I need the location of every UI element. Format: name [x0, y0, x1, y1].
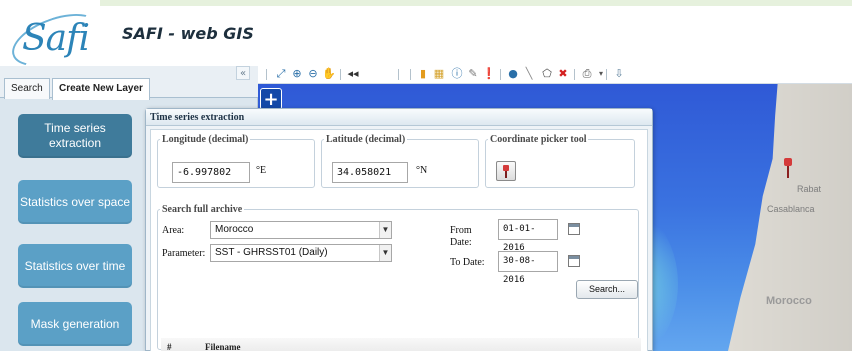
window-body: Longitude (decimal) -6.997802 °E Latitud…: [150, 129, 648, 351]
coordinate-picker-fieldset: Coordinate picker tool: [485, 134, 635, 188]
toolbar-separator: [500, 69, 501, 80]
pin-icon[interactable]: ❗: [482, 67, 496, 81]
toolbar-separator: [574, 69, 575, 80]
latitude-input[interactable]: 34.058021: [332, 162, 408, 183]
toolbar-separator: [398, 69, 399, 80]
search-button[interactable]: Search...: [576, 280, 638, 299]
zoom-extent-icon[interactable]: ⤢: [274, 67, 288, 81]
latitude-unit: °N: [416, 165, 428, 176]
longitude-unit: °E: [256, 165, 267, 176]
window-title[interactable]: Time series extraction: [146, 109, 652, 126]
pan-hand-icon[interactable]: ✋: [322, 67, 336, 81]
chevron-down-icon: ▼: [379, 245, 391, 261]
print-icon[interactable]: ⎙: [580, 67, 594, 81]
zoom-in-icon[interactable]: ⊕: [290, 67, 304, 81]
longitude-input[interactable]: -6.997802: [172, 162, 250, 183]
toolbar-separator: [340, 69, 341, 80]
parameter-label: Parameter:: [162, 248, 206, 259]
safi-logo: Safi: [5, 3, 107, 77]
collapse-panel-button[interactable]: «: [236, 66, 250, 80]
measure-icon[interactable]: ✎: [466, 67, 480, 81]
search-archive-legend: Search full archive: [162, 204, 243, 215]
map-toolbar: ⤢ ⊕ ⊖ ✋ ◂◂ ▮ ▦ ⓘ ✎ ❗ ● ╲ ⬠ ✖ ⎙ ▾ ⇩: [258, 66, 852, 84]
area-label: Area:: [162, 225, 185, 236]
info-icon[interactable]: ⓘ: [450, 67, 464, 81]
tab-bar: « Search Create New Layer: [0, 66, 258, 100]
export-icon[interactable]: ⇩: [612, 67, 626, 81]
header-accent-strip: [100, 0, 852, 6]
longitude-fieldset: Longitude (decimal) -6.997802 °E: [157, 134, 315, 188]
toolbar-separator: [606, 69, 607, 80]
chevron-down-icon: ▼: [379, 222, 391, 238]
toolbar-separator: [410, 69, 411, 80]
tab-search[interactable]: Search: [4, 78, 50, 99]
zoom-in-button[interactable]: +: [260, 88, 282, 110]
map-label-rabat: Rabat: [797, 184, 822, 194]
layers-icon[interactable]: ▮: [416, 67, 430, 81]
longitude-legend: Longitude (decimal): [162, 134, 249, 145]
app-title: SAFI - web GIS: [122, 24, 254, 43]
map-label-casablanca: Casablanca: [767, 204, 815, 214]
line-icon[interactable]: ╲: [522, 67, 536, 81]
area-value: Morocco: [215, 224, 254, 235]
parameter-select[interactable]: SST - GHRSST01 (Daily) ▼: [210, 244, 392, 262]
from-date-input[interactable]: 01-01-2016: [498, 219, 558, 253]
tab-create-new-layer[interactable]: Create New Layer: [52, 78, 150, 100]
results-table-header: # Filename: [161, 338, 641, 351]
map-label-morocco: Morocco: [766, 295, 812, 307]
coordinate-picker-legend: Coordinate picker tool: [490, 134, 587, 145]
latitude-legend: Latitude (decimal): [326, 134, 406, 145]
calendar-icon[interactable]: [568, 255, 580, 267]
app-header: Safi SAFI - web GIS: [0, 0, 852, 77]
delete-icon[interactable]: ✖: [556, 67, 570, 81]
statistics-over-space-button[interactable]: Statistics over space: [18, 180, 132, 224]
parameter-value: SST - GHRSST01 (Daily): [215, 247, 328, 258]
from-date-label: From Date:: [450, 225, 472, 248]
to-date-label: To Date:: [450, 257, 485, 268]
mask-generation-button[interactable]: Mask generation: [18, 302, 132, 346]
latitude-fieldset: Latitude (decimal) 34.058021 °N: [321, 134, 479, 188]
calendar-icon[interactable]: [568, 223, 580, 235]
area-select[interactable]: Morocco ▼: [210, 221, 392, 239]
time-series-extraction-button[interactable]: Time series extraction: [18, 114, 132, 158]
column-header-index[interactable]: #: [167, 338, 172, 351]
point-icon[interactable]: ●: [506, 67, 520, 81]
polygon-icon[interactable]: ⬠: [540, 67, 554, 81]
statistics-over-time-button[interactable]: Statistics over time: [18, 244, 132, 288]
toolbar-separator: [266, 69, 267, 80]
legend-icon[interactable]: ▦: [432, 67, 446, 81]
zoom-out-icon[interactable]: ⊖: [306, 67, 320, 81]
location-marker-icon[interactable]: [784, 158, 792, 180]
to-date-input[interactable]: 30-08-2016: [498, 251, 558, 285]
coordinate-picker-button[interactable]: [496, 161, 516, 181]
previous-view-icon[interactable]: ◂◂: [346, 67, 360, 81]
search-archive-fieldset: Search full archive Area: Morocco ▼ Para…: [157, 204, 639, 350]
land-relief: [728, 84, 852, 351]
time-series-window: Time series extraction Longitude (decima…: [145, 108, 653, 351]
column-header-filename[interactable]: Filename: [205, 338, 241, 351]
logo-text: Safi: [22, 18, 90, 59]
